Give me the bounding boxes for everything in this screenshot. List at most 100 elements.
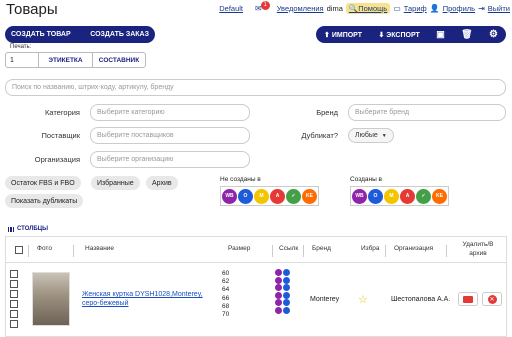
import-icon: ⬆ <box>324 31 330 39</box>
create-product-button[interactable]: СОЗДАТЬ ТОВАР <box>11 31 71 38</box>
help-icon: 🔍 <box>348 3 359 13</box>
header-favorite: Избра <box>361 245 380 252</box>
size-value: 70 <box>222 311 230 319</box>
size-list: 60 62 64 66 68 70 <box>222 270 229 319</box>
ozon-icon[interactable] <box>283 299 290 306</box>
header-brand: Бренд <box>312 245 331 252</box>
brand-select[interactable]: Выберите бренд <box>348 104 506 121</box>
row-checkbox[interactable] <box>10 300 18 308</box>
mail-badge: 1 <box>260 0 270 10</box>
archive-icon <box>463 295 473 303</box>
wildberries-icon[interactable] <box>275 269 282 276</box>
show-duplicates-chip[interactable]: Показать дубликаты <box>5 194 84 208</box>
favorite-star-icon[interactable]: ☆ <box>358 293 368 306</box>
ozon-icon[interactable] <box>283 284 290 291</box>
wildberries-icon[interactable] <box>275 299 282 306</box>
export-icon: ⬇ <box>378 31 385 39</box>
product-name-link[interactable]: Женская куртка DYSH1028,Monterey, серо-б… <box>82 290 212 308</box>
notifications-link[interactable]: Уведомления <box>277 4 324 13</box>
aliexpress-icon[interactable]: A <box>270 188 285 204</box>
help-button[interactable]: 🔍Помощь <box>345 2 391 14</box>
wildberries-icon[interactable] <box>275 276 282 284</box>
row-checkbox[interactable] <box>10 290 18 298</box>
columns-button[interactable]: СТОЛБЦЫ <box>8 226 48 232</box>
row-checkbox[interactable] <box>10 270 18 278</box>
row-checkbox[interactable] <box>10 310 18 318</box>
header-divider <box>272 245 273 257</box>
profile-link[interactable]: Профиль <box>443 4 475 13</box>
delete-button[interactable]: ✕ <box>482 292 502 306</box>
header-separator <box>5 262 507 263</box>
wildberries-icon[interactable]: WB <box>222 188 237 204</box>
header-size: Размер <box>228 245 251 252</box>
header-photo: Фото <box>37 245 52 252</box>
sber-icon[interactable]: ✓ <box>286 188 301 204</box>
columns-label: СТОЛБЦЫ <box>17 226 48 232</box>
category-label: Категория <box>44 108 80 117</box>
stock-fbs-fbo-chip[interactable]: Остаток FBS и FBO <box>5 176 81 190</box>
create-order-button[interactable]: СОЗДАТЬ ЗАКАЗ <box>90 31 149 38</box>
duplicate-select[interactable]: Любые ▼ <box>348 128 394 143</box>
wildberries-icon[interactable]: WB <box>352 188 367 204</box>
archive-button[interactable] <box>458 292 478 306</box>
archive-chip[interactable]: Архив <box>146 176 178 190</box>
header-divider <box>303 245 304 257</box>
wildberries-icon[interactable] <box>275 291 282 299</box>
print-composition-button[interactable]: СОСТАВНИК <box>92 53 145 67</box>
tariff-link[interactable]: Тариф <box>404 4 427 13</box>
row-checkbox[interactable] <box>10 320 18 328</box>
import-button[interactable]: ⬆ ИМПОРТ <box>324 31 362 39</box>
username: dima <box>326 3 343 13</box>
header-links: Ссылк <box>279 245 299 252</box>
category-select[interactable]: Выберите категорию <box>90 104 250 121</box>
size-value: 60 <box>222 270 230 277</box>
wildberries-icon[interactable] <box>275 306 282 314</box>
ozon-icon[interactable] <box>283 269 290 276</box>
marketplace-link-row <box>275 269 290 276</box>
row-brand: Monterey <box>310 296 340 303</box>
marketplace-link-row <box>275 299 290 306</box>
ozon-icon[interactable]: O <box>368 188 383 204</box>
save-icon[interactable]: ▣ <box>436 29 445 40</box>
size-value: 66 <box>222 294 230 302</box>
sber-icon[interactable]: ✓ <box>416 188 431 204</box>
marketplace-link-row <box>275 276 290 284</box>
logout-link[interactable]: Выйти <box>488 4 510 13</box>
organization-select[interactable]: Выберите организацию <box>90 151 250 168</box>
header-delete-archive: Удалить/В архив <box>462 241 494 257</box>
row-organization: Шестопалова А.А. <box>391 296 451 303</box>
profile-icon: 👤 <box>429 3 440 13</box>
brand-label: Бренд <box>316 108 338 117</box>
print-label: Печать: <box>10 44 32 50</box>
yandex-market-icon[interactable]: M <box>254 188 269 204</box>
duplicate-value: Любые <box>355 132 378 139</box>
ozon-icon[interactable] <box>283 276 290 284</box>
marketplace-links <box>275 269 290 314</box>
trash-icon[interactable]: 🗑 <box>461 29 472 40</box>
wildberries-icon[interactable] <box>275 284 282 291</box>
kazanexpress-icon[interactable]: KE <box>302 188 317 204</box>
size-value: 68 <box>222 302 230 310</box>
supplier-label: Поставщик <box>41 131 80 140</box>
header-divider <box>28 245 29 257</box>
print-quantity-input[interactable]: 1 <box>6 53 39 67</box>
print-label-button[interactable]: ЭТИКЕТКА <box>39 53 92 67</box>
supplier-select[interactable]: Выберите поставщиков <box>90 127 250 144</box>
search-input[interactable]: Поиск по названию, штрих-коду, артикулу,… <box>5 79 506 96</box>
export-button[interactable]: ⬇ ЭКСПОРТ <box>378 31 419 39</box>
row-checkbox[interactable] <box>10 280 18 288</box>
select-all-checkbox[interactable] <box>15 246 23 254</box>
ozon-icon[interactable]: O <box>238 188 253 204</box>
chevron-down-icon: ▼ <box>381 132 387 139</box>
aliexpress-icon[interactable]: A <box>400 188 415 204</box>
product-photo[interactable] <box>32 272 70 326</box>
default-link[interactable]: Default <box>219 4 243 13</box>
yandex-market-icon[interactable]: M <box>384 188 399 204</box>
header-divider <box>385 245 386 257</box>
kazanexpress-icon[interactable]: KE <box>432 188 447 204</box>
gear-icon[interactable]: ⚙ <box>489 29 498 40</box>
ozon-icon[interactable] <box>283 291 290 299</box>
favorites-chip[interactable]: Избранные <box>91 176 140 190</box>
ozon-icon[interactable] <box>283 306 290 314</box>
logout-icon: ⇥ <box>478 3 485 13</box>
